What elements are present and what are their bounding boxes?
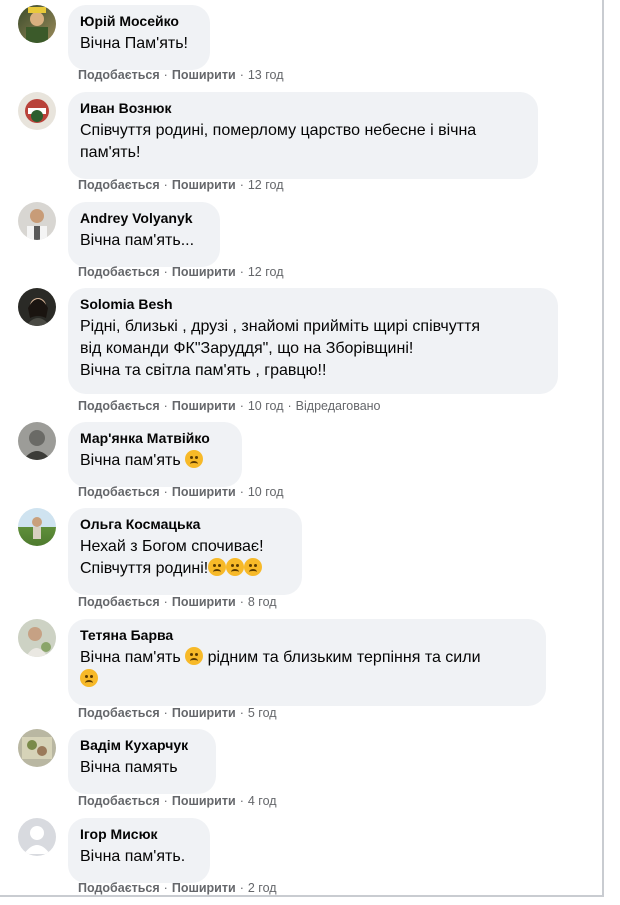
like-link[interactable]: Подобається [78,881,160,895]
comment-time[interactable]: 13 год [248,68,284,82]
comment-meta: Подобається · Поширити · 2 год [78,881,277,895]
comment-bubble: Вадім Кухарчук Вічна память [68,729,216,794]
edited-label[interactable]: Відредаговано [296,399,381,413]
like-link[interactable]: Подобається [78,794,160,808]
comment-text: Вічна пам'ять рідним та близьким терпінн… [80,647,534,691]
sad-face-emoji-icon [185,647,204,665]
comment-text: Вічна пам'ять [80,450,230,472]
like-link[interactable]: Подобається [78,178,160,192]
comment-bubble: Andrey Volyanyk Вічна пам'ять... [68,202,220,267]
sad-face-emoji-icon [244,558,263,576]
share-link[interactable]: Поширити [172,265,236,279]
avatar[interactable] [18,288,56,326]
comment-time[interactable]: 10 год [248,485,284,499]
comment-bubble: Ольга Космацька Нехай з Богом спочиває! С… [68,508,302,595]
share-link[interactable]: Поширити [172,881,236,895]
share-link[interactable]: Поширити [172,399,236,413]
comment-author[interactable]: Ігор Мисюк [80,826,198,843]
comment-time[interactable]: 4 год [248,794,277,808]
like-link[interactable]: Подобається [78,706,160,720]
comment-time[interactable]: 5 год [248,706,277,720]
comment-text: Вічна Пам'ять! [80,35,188,52]
comment-author[interactable]: Andrey Volyanyk [80,210,208,227]
share-link[interactable]: Поширити [172,794,236,808]
comment-time[interactable]: 12 год [248,265,284,279]
share-link[interactable]: Поширити [172,178,236,192]
comment-author[interactable]: Solomia Besh [80,296,546,313]
avatar[interactable] [18,729,56,767]
comment-text: Рідні, близькі , друзі , знайомі прийміт… [80,318,481,379]
comment-author[interactable]: Вадім Кухарчук [80,737,204,754]
comment-meta: Подобається · Поширити · 13 год [78,68,284,82]
comment-meta: Подобається · Поширити · 10 год [78,485,284,499]
comment-bubble: Иван Вознюк Співчуття родині, померлому … [68,92,538,179]
comment-bubble: Ігор Мисюк Вічна пам'ять. [68,818,210,883]
share-link[interactable]: Поширити [172,595,236,609]
like-link[interactable]: Подобається [78,595,160,609]
comment-author[interactable]: Юрій Мосейко [80,13,198,30]
like-link[interactable]: Подобається [78,265,160,279]
sad-face-emoji-icon [185,450,204,468]
share-link[interactable]: Поширити [172,706,236,720]
comment-time[interactable]: 12 год [248,178,284,192]
comment-meta: Подобається · Поширити · 5 год [78,706,277,720]
sad-face-emoji-icon [80,669,98,687]
comment-meta: Подобається · Поширити · 8 год [78,595,277,609]
comment-bubble: Мар'янка Матвійко Вічна пам'ять [68,422,242,487]
comment-author[interactable]: Иван Вознюк [80,100,526,117]
comment-author[interactable]: Тетяна Барва [80,627,534,644]
sad-face-emoji-icon [208,558,227,576]
avatar[interactable] [18,508,56,546]
comment-text: Вічна память [80,759,178,776]
sad-face-emoji-icon [226,558,245,576]
comment-meta: Подобається · Поширити · 10 год · Відредагован… [78,399,381,413]
comment-bubble: Тетяна Барва Вічна пам'ять рідним та бли… [68,619,546,706]
comment-text: Співчуття родині, померлому царство небе… [80,122,477,161]
avatar[interactable] [18,619,56,657]
like-link[interactable]: Подобається [78,485,160,499]
avatar[interactable] [18,202,56,240]
comment-time[interactable]: 2 год [248,881,277,895]
comment-bubble: Solomia Besh Рідні, близькі , друзі , зн… [68,288,558,394]
avatar[interactable] [18,92,56,130]
comment-meta: Подобається · Поширити · 4 год [78,794,277,808]
avatar[interactable] [18,422,56,460]
comment-text: Нехай з Богом спочиває! Співчуття родині! [80,538,264,577]
comment-bubble: Юрій Мосейко Вічна Пам'ять! [68,5,210,70]
share-link[interactable]: Поширити [172,485,236,499]
comment-author[interactable]: Мар'янка Матвійко [80,430,230,447]
like-link[interactable]: Подобається [78,399,160,413]
like-link[interactable]: Подобається [78,68,160,82]
comment-author[interactable]: Ольга Космацька [80,516,290,533]
comment-time[interactable]: 10 год [248,399,284,413]
share-link[interactable]: Поширити [172,68,236,82]
comment-text: Вічна пам'ять. [80,848,186,865]
avatar[interactable] [18,5,56,43]
comment-time[interactable]: 8 год [248,595,277,609]
comment-text: Вічна пам'ять... [80,232,195,249]
comment-meta: Подобається · Поширити · 12 год [78,265,284,279]
comment-meta: Подобається · Поширити · 12 год [78,178,284,192]
default-avatar-icon[interactable] [18,818,56,856]
